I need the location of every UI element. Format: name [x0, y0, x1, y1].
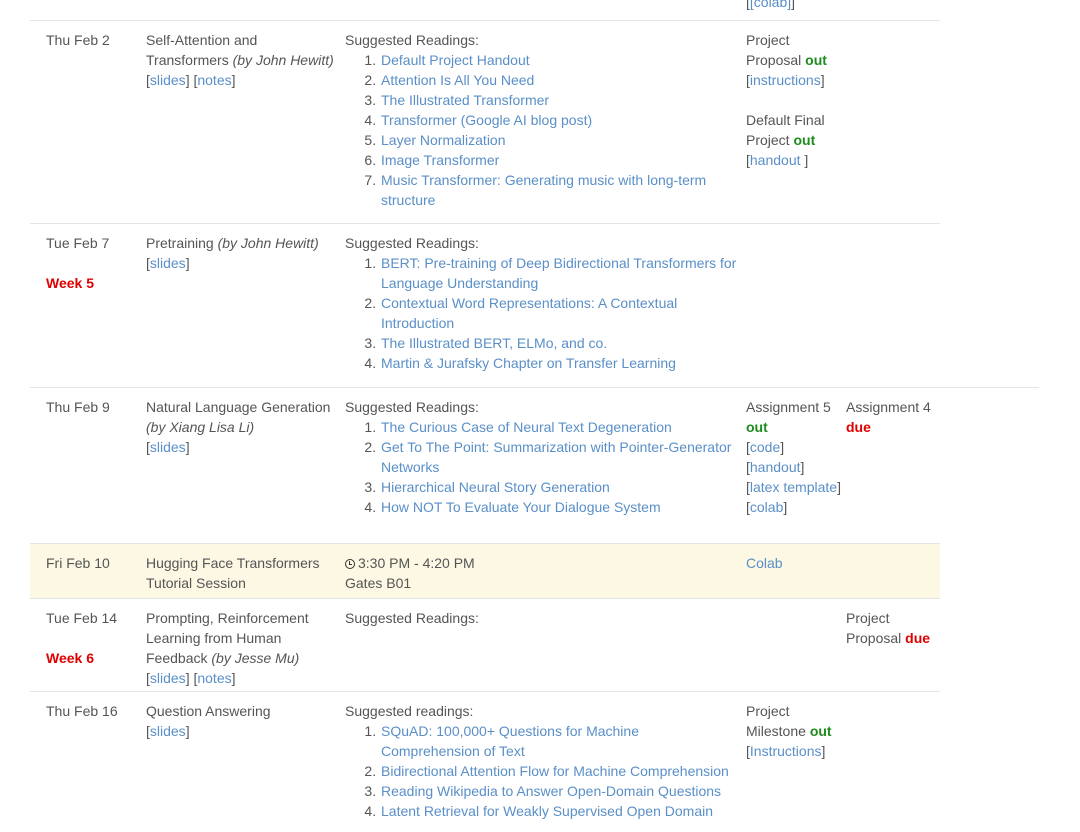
session-details: 3:30 PM - 4:20 PM Gates B01: [345, 555, 475, 591]
deadline-cell: Assignment 4 due: [846, 397, 940, 437]
lecture-topic: Pretraining (by John Hewitt) [slides]: [146, 235, 319, 271]
reading-link[interactable]: BERT: Pre-training of Deep Bidirectional…: [381, 255, 736, 291]
reading-link[interactable]: Layer Normalization: [381, 132, 506, 148]
session-date: Fri Feb 10: [46, 555, 110, 571]
instructions-link[interactable]: Instructions: [750, 743, 822, 759]
lecture-date-cell: Tue Feb 7 Week 5: [46, 233, 142, 293]
suggested-readings: Suggested Readings: Default Project Hand…: [345, 30, 741, 210]
notes-link[interactable]: notes: [197, 72, 231, 88]
reading-link[interactable]: The Illustrated BERT, ELMo, and co.: [381, 335, 607, 351]
reading-link[interactable]: The Curious Case of Neural Text Degenera…: [381, 419, 672, 435]
week-label: Week 6: [46, 650, 94, 666]
lecture-date-cell: Tue Feb 14 Week 6: [46, 608, 142, 668]
reading-link[interactable]: How NOT To Evaluate Your Dialogue System: [381, 499, 661, 515]
release-cell: Assignment 5 out [code] [handout] [latex…: [746, 399, 841, 515]
colab-link[interactable]: [[colab]]: [746, 0, 795, 12]
latex-template-link[interactable]: latex template: [750, 479, 837, 495]
status-badge: due: [905, 630, 931, 646]
reading-link[interactable]: Martin & Jurafsky Chapter on Transfer Le…: [381, 355, 676, 371]
deadline-cell: Project Proposal due: [846, 610, 931, 646]
instructions-link[interactable]: instructions: [750, 72, 821, 88]
notes-link[interactable]: notes: [197, 670, 231, 686]
lecture-date: Tue Feb 7: [46, 235, 110, 251]
reading-link[interactable]: Hierarchical Neural Story Generation: [381, 479, 610, 495]
suggested-readings: Suggested readings: SQuAD: 100,000+ Ques…: [345, 701, 741, 821]
reading-link[interactable]: Reading Wikipedia to Answer Open-Domain …: [381, 783, 721, 799]
handout-link[interactable]: handout: [750, 459, 801, 475]
status-badge: out: [793, 132, 816, 148]
session-title: Hugging Face Transformers Tutorial Sessi…: [146, 555, 320, 591]
reading-link[interactable]: SQuAD: 100,000+ Questions for Machine Co…: [381, 723, 639, 759]
suggested-readings: Suggested Readings:: [345, 610, 479, 626]
code-link[interactable]: code: [750, 439, 780, 455]
status-badge: out: [809, 723, 832, 739]
suggested-readings: Suggested Readings: BERT: Pre-training o…: [345, 233, 741, 373]
session-material: Colab: [746, 553, 842, 573]
clock-icon: [345, 559, 355, 569]
slides-link[interactable]: slides: [150, 439, 186, 455]
reading-link[interactable]: Transformer (Google AI blog post): [381, 112, 592, 128]
lecture-topic: Prompting, Reinforcement Learning from H…: [146, 610, 309, 686]
table-row: Tue Feb 7 Week 5 Pretraining (by John He…: [30, 223, 940, 388]
reading-link[interactable]: Default Project Handout: [381, 52, 530, 68]
status-badge: out: [805, 52, 827, 68]
reading-link[interactable]: Attention Is All You Need: [381, 72, 534, 88]
table-row: Thu Feb 9 Natural Language Generation (b…: [30, 387, 1039, 544]
colab-link[interactable]: Colab: [746, 555, 783, 571]
status-badge: due: [846, 419, 871, 435]
reading-link[interactable]: Latent Retrieval for Weakly Supervised O…: [381, 803, 713, 819]
table-row-highlighted: Fri Feb 10 Hugging Face Transformers Tut…: [30, 543, 940, 599]
reading-link[interactable]: Contextual Word Representations: A Conte…: [381, 295, 677, 331]
slides-link[interactable]: slides: [150, 723, 186, 739]
reading-link[interactable]: Bidirectional Attention Flow for Machine…: [381, 763, 729, 779]
suggested-readings: Suggested Readings: The Curious Case of …: [345, 397, 741, 517]
slides-link[interactable]: slides: [150, 72, 186, 88]
lecture-date: Tue Feb 14: [46, 610, 118, 626]
colab-link[interactable]: colab: [750, 499, 783, 515]
slides-link[interactable]: slides: [150, 255, 186, 271]
reading-link[interactable]: Music Transformer: Generating music with…: [381, 172, 706, 208]
lecture-date: Thu Feb 2: [46, 32, 110, 48]
lecture-topic: Self-Attention and Transformers (by John…: [146, 32, 334, 88]
handout-link[interactable]: handout: [750, 152, 805, 168]
table-row: Thu Feb 16 Question Answering [slides] S…: [30, 691, 940, 832]
release-cell: Project Proposal out [instructions] Defa…: [746, 32, 827, 168]
reading-link[interactable]: Get To The Point: Summarization with Poi…: [381, 439, 731, 475]
status-badge: out: [746, 419, 768, 435]
week-label: Week 5: [46, 275, 94, 291]
release-cell: Project Milestone out [Instructions]: [746, 703, 832, 759]
reading-link[interactable]: The Illustrated Transformer: [381, 92, 549, 108]
lecture-date: Thu Feb 16: [46, 703, 118, 719]
table-row: Thu Feb 2 Self-Attention and Transformer…: [30, 20, 940, 224]
reading-link[interactable]: Image Transformer: [381, 152, 499, 168]
lecture-date: Thu Feb 9: [46, 399, 110, 415]
slides-link[interactable]: slides: [150, 670, 186, 686]
table-row: Tue Feb 14 Week 6 Prompting, Reinforceme…: [30, 598, 940, 692]
lecture-topic: Question Answering [slides]: [146, 703, 271, 739]
lecture-topic: Natural Language Generation (by Xiang Li…: [146, 399, 331, 455]
